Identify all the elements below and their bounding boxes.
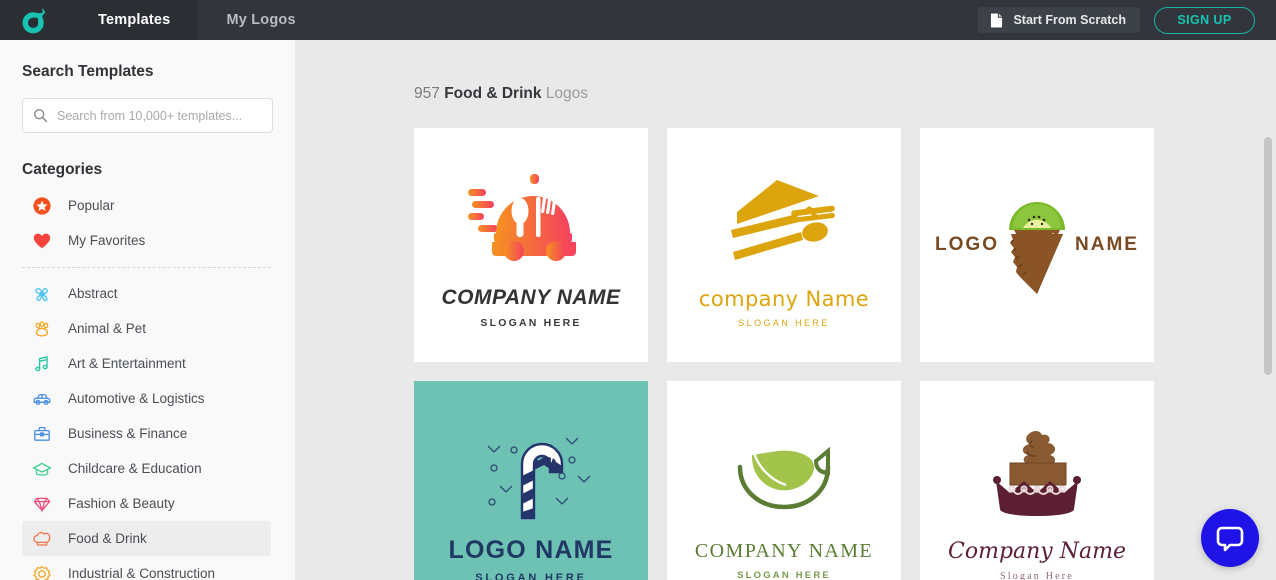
sidebar-divider xyxy=(22,267,271,268)
sidebar-item-art-entertainment[interactable]: Art & Entertainment xyxy=(22,346,271,381)
sidebar-item-childcare-education[interactable]: Childcare & Education xyxy=(22,451,271,486)
template-title: COMPANY NAME xyxy=(441,285,621,309)
sidebar-item-fashion-beauty-label: Fashion & Beauty xyxy=(68,496,175,511)
fork-spoon-cutlery-icon xyxy=(731,179,835,260)
tab-templates-label: Templates xyxy=(98,12,171,28)
results-suffix: Logos xyxy=(545,85,589,102)
gear-icon xyxy=(33,565,51,580)
sidebar-item-automotive-logistics-label: Automotive & Logistics xyxy=(68,391,205,406)
sign-up-label: SIGN UP xyxy=(1177,13,1232,27)
template-title-right: NAME xyxy=(1075,234,1139,255)
paw-icon xyxy=(35,320,49,336)
sidebar-item-my-favorites-label: My Favorites xyxy=(68,233,146,248)
template-grid: COMPANY NAME SLOGAN HERE company Name SL… xyxy=(295,103,1276,580)
sidebar-item-popular-label: Popular xyxy=(68,198,115,213)
star-badge-icon xyxy=(33,196,51,215)
template-art-with-text: LOGO NAME xyxy=(935,190,1139,300)
template-art xyxy=(466,412,596,530)
sidebar-item-fashion-beauty[interactable]: Fashion & Beauty xyxy=(22,486,271,521)
search-input[interactable] xyxy=(57,108,262,123)
template-card[interactable]: LOGO NAME xyxy=(920,128,1154,362)
template-card[interactable]: COMPANY NAME SLOGAN HERE xyxy=(414,128,648,362)
heart-icon xyxy=(33,233,51,248)
vertical-scrollbar-thumb[interactable] xyxy=(1264,137,1272,375)
template-slogan: Slogan Here xyxy=(1000,570,1074,580)
food-delivery-truck-icon xyxy=(468,173,576,261)
chat-bubble-icon xyxy=(1216,526,1244,552)
tab-templates[interactable]: Templates xyxy=(70,0,199,40)
sidebar-item-automotive-logistics[interactable]: Automotive & Logistics xyxy=(22,381,271,416)
sidebar-item-popular[interactable]: Popular xyxy=(22,188,271,223)
template-card[interactable]: Company Name Slogan Here xyxy=(920,381,1154,580)
sidebar-item-animal-pet-label: Animal & Pet xyxy=(68,321,147,336)
categories-title: Categories xyxy=(22,161,103,178)
abstract-pinwheel-icon xyxy=(35,287,48,301)
sidebar-item-business-finance[interactable]: Business & Finance xyxy=(22,416,271,451)
document-icon xyxy=(990,12,1004,28)
sidebar-item-animal-pet[interactable]: Animal & Pet xyxy=(22,311,271,346)
template-title: company Name xyxy=(698,286,870,311)
diamond-icon xyxy=(33,497,51,513)
template-slogan: SLOGAN HERE xyxy=(737,569,831,580)
template-card[interactable]: LOGO NAME SLOGAN HERE xyxy=(414,381,648,580)
graduation-cap-icon xyxy=(32,462,52,476)
template-title: LOGO NAME xyxy=(448,536,614,564)
template-art xyxy=(729,163,839,281)
template-slogan: SLOGAN HERE xyxy=(738,317,830,328)
tab-my-logos-label: My Logos xyxy=(226,12,296,28)
template-card[interactable]: COMPANY NAME SLOGAN HERE xyxy=(667,381,901,580)
template-title-left: LOGO xyxy=(935,234,999,255)
chocolate-crown-cake-icon xyxy=(993,430,1081,516)
designevo-logo-icon xyxy=(22,7,46,34)
search-icon xyxy=(33,108,48,123)
sidebar-item-abstract[interactable]: Abstract xyxy=(22,276,271,311)
template-slogan: SLOGAN HERE xyxy=(480,316,582,329)
template-art xyxy=(724,416,844,534)
sidebar-item-my-favorites[interactable]: My Favorites xyxy=(22,223,271,258)
results-header: 957 Food & Drink Logos xyxy=(295,40,1276,103)
sidebar: Search Templates Categories Popular My F… xyxy=(0,40,295,580)
top-navigation-bar: Templates My Logos Start From Scratch SI… xyxy=(0,0,1276,40)
sign-up-button[interactable]: SIGN UP xyxy=(1154,6,1255,34)
sidebar-item-industrial-construction[interactable]: Industrial & Construction xyxy=(22,556,271,580)
template-card[interactable]: company Name SLOGAN HERE xyxy=(667,128,901,362)
sidebar-item-business-finance-label: Business & Finance xyxy=(68,426,188,441)
search-templates-title: Search Templates xyxy=(22,63,154,80)
briefcase-icon xyxy=(34,426,50,441)
start-from-scratch-label: Start From Scratch xyxy=(1013,13,1126,27)
search-box[interactable] xyxy=(22,98,273,133)
sidebar-item-abstract-label: Abstract xyxy=(68,286,118,301)
chef-hat-icon xyxy=(33,531,51,546)
results-category: Food & Drink xyxy=(444,85,542,102)
sidebar-item-industrial-construction-label: Industrial & Construction xyxy=(68,566,216,580)
car-icon xyxy=(33,393,51,405)
template-art xyxy=(984,415,1090,533)
kiwi-ice-cream-cone-icon xyxy=(1009,202,1065,294)
music-note-icon xyxy=(35,355,48,371)
sidebar-item-food-drink-label: Food & Drink xyxy=(68,531,147,546)
template-art xyxy=(468,162,594,280)
sidebar-item-childcare-education-label: Childcare & Education xyxy=(68,461,202,476)
main-content: 957 Food & Drink Logos COMPANY NAME SLOG… xyxy=(295,40,1276,580)
results-count: 957 xyxy=(414,85,440,102)
brand-logo[interactable] xyxy=(0,0,70,40)
template-title: COMPANY NAME xyxy=(694,539,874,562)
sidebar-item-art-entertainment-label: Art & Entertainment xyxy=(68,356,186,371)
sidebar-item-food-drink[interactable]: Food & Drink xyxy=(22,521,271,556)
chat-widget-button[interactable] xyxy=(1201,509,1259,567)
category-list: Popular My Favorites Abstract Animal & P… xyxy=(0,188,295,580)
template-slogan: SLOGAN HERE xyxy=(475,572,587,580)
candy-cane-icon xyxy=(487,437,591,520)
start-from-scratch-button[interactable]: Start From Scratch xyxy=(978,7,1140,33)
green-leaf-bowl-icon xyxy=(737,446,831,509)
tab-my-logos[interactable]: My Logos xyxy=(198,0,323,40)
template-title: Company Name xyxy=(948,538,1126,564)
